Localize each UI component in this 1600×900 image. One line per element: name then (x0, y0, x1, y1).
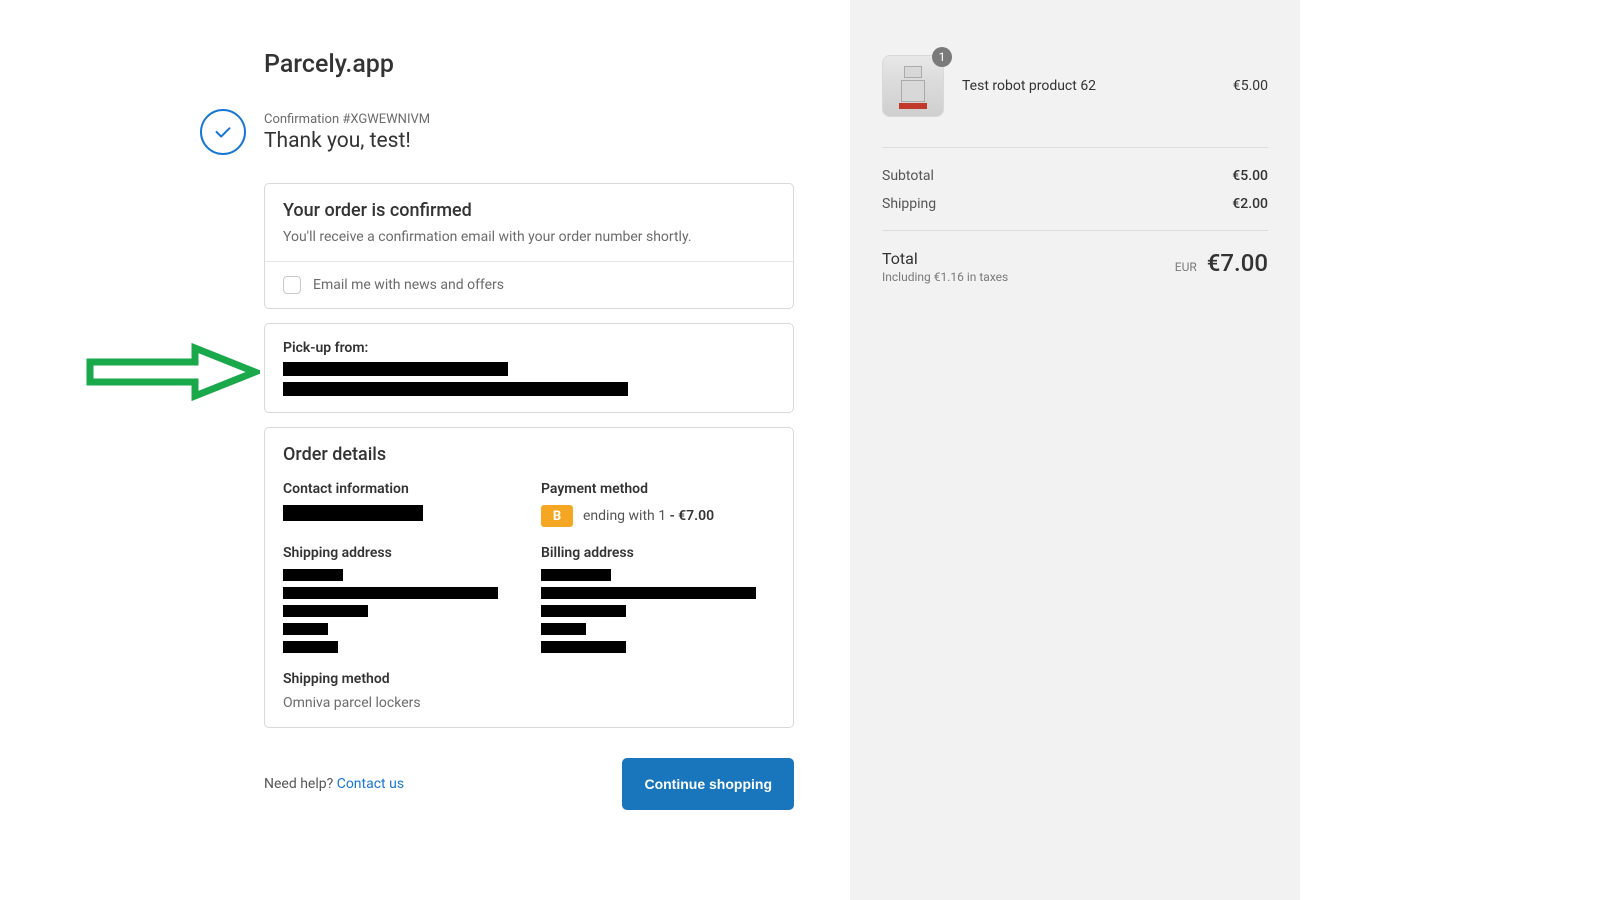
footer-row: Need help? Contact us Continue shopping (264, 758, 794, 810)
shipping-address-label: Shipping address (283, 545, 517, 561)
order-details-card: Order details Contact information Paymen… (264, 427, 794, 728)
quantity-badge: 1 (932, 47, 952, 67)
subscribe-row[interactable]: Email me with news and offers (265, 261, 793, 308)
pickup-title: Pick-up from: (283, 340, 775, 356)
checkmark-icon (200, 109, 246, 155)
order-confirmed-body: You'll receive a confirmation email with… (283, 229, 775, 245)
payment-ending-text: ending with 1 (583, 508, 670, 524)
divider (882, 147, 1268, 148)
redacted-line (283, 382, 628, 396)
order-summary-sidebar: 1 Test robot product 62 €5.00 Subtotal €… (850, 0, 1300, 900)
total-row: Total Including €1.16 in taxes EUR €7.00 (882, 230, 1268, 284)
redacted-line (541, 587, 756, 599)
confirmation-number: Confirmation #XGWEWNIVM (264, 112, 430, 127)
redacted-line (283, 587, 498, 599)
payment-amount: - €7.00 (670, 508, 715, 524)
shipping-value: €2.00 (1232, 196, 1268, 212)
subscribe-label: Email me with news and offers (313, 277, 504, 293)
redacted-line (283, 641, 338, 653)
confirmation-header: Confirmation #XGWEWNIVM Thank you, test! (200, 109, 850, 155)
shipping-label: Shipping (882, 196, 936, 212)
shipping-method-value: Omniva parcel lockers (283, 695, 517, 711)
thank-you-heading: Thank you, test! (264, 129, 430, 153)
main-column: Parcely.app Confirmation #XGWEWNIVM Than… (0, 0, 850, 900)
summary-item-name: Test robot product 62 (962, 78, 1233, 94)
billing-address-label: Billing address (541, 545, 775, 561)
contact-info-label: Contact information (283, 481, 517, 497)
total-label: Total (882, 249, 1008, 268)
subtotal-row: Subtotal €5.00 (882, 162, 1268, 190)
billing-address-section: Billing address (541, 545, 775, 653)
redacted-line (283, 623, 328, 635)
redacted-line (541, 569, 611, 581)
help-text-label: Need help? (264, 776, 337, 792)
help-text: Need help? Contact us (264, 776, 404, 792)
contact-us-link[interactable]: Contact us (337, 776, 404, 792)
redacted-line (283, 605, 368, 617)
payment-method-section: Payment method B ending with 1 - €7.00 (541, 481, 775, 527)
order-confirmed-card: Your order is confirmed You'll receive a… (264, 183, 794, 309)
continue-shopping-button[interactable]: Continue shopping (622, 758, 794, 810)
contact-info-section: Contact information (283, 481, 517, 527)
subtotal-label: Subtotal (882, 168, 934, 184)
redacted-line (541, 641, 626, 653)
shipping-address-section: Shipping address (283, 545, 517, 653)
subtotal-value: €5.00 (1232, 168, 1268, 184)
redacted-line (283, 569, 343, 581)
redacted-line (283, 505, 423, 521)
summary-item-price: €5.00 (1233, 78, 1268, 94)
payment-brand-icon: B (541, 505, 573, 527)
shipping-method-label: Shipping method (283, 671, 517, 687)
shipping-row: Shipping €2.00 (882, 190, 1268, 218)
order-confirmed-title: Your order is confirmed (283, 200, 775, 221)
store-name: Parcely.app (264, 50, 850, 79)
robot-icon (899, 66, 927, 106)
shipping-method-section: Shipping method Omniva parcel lockers (283, 671, 517, 711)
payment-method-label: Payment method (541, 481, 775, 497)
subscribe-checkbox[interactable] (283, 276, 301, 294)
order-details-title: Order details (283, 444, 775, 465)
pickup-card: Pick-up from: (264, 323, 794, 413)
tax-note: Including €1.16 in taxes (882, 270, 1008, 284)
total-value: €7.00 (1207, 249, 1268, 277)
summary-item: 1 Test robot product 62 €5.00 (882, 55, 1268, 141)
redacted-line (541, 623, 586, 635)
currency-code: EUR (1175, 260, 1197, 274)
redacted-line (283, 362, 508, 376)
redacted-line (541, 605, 626, 617)
